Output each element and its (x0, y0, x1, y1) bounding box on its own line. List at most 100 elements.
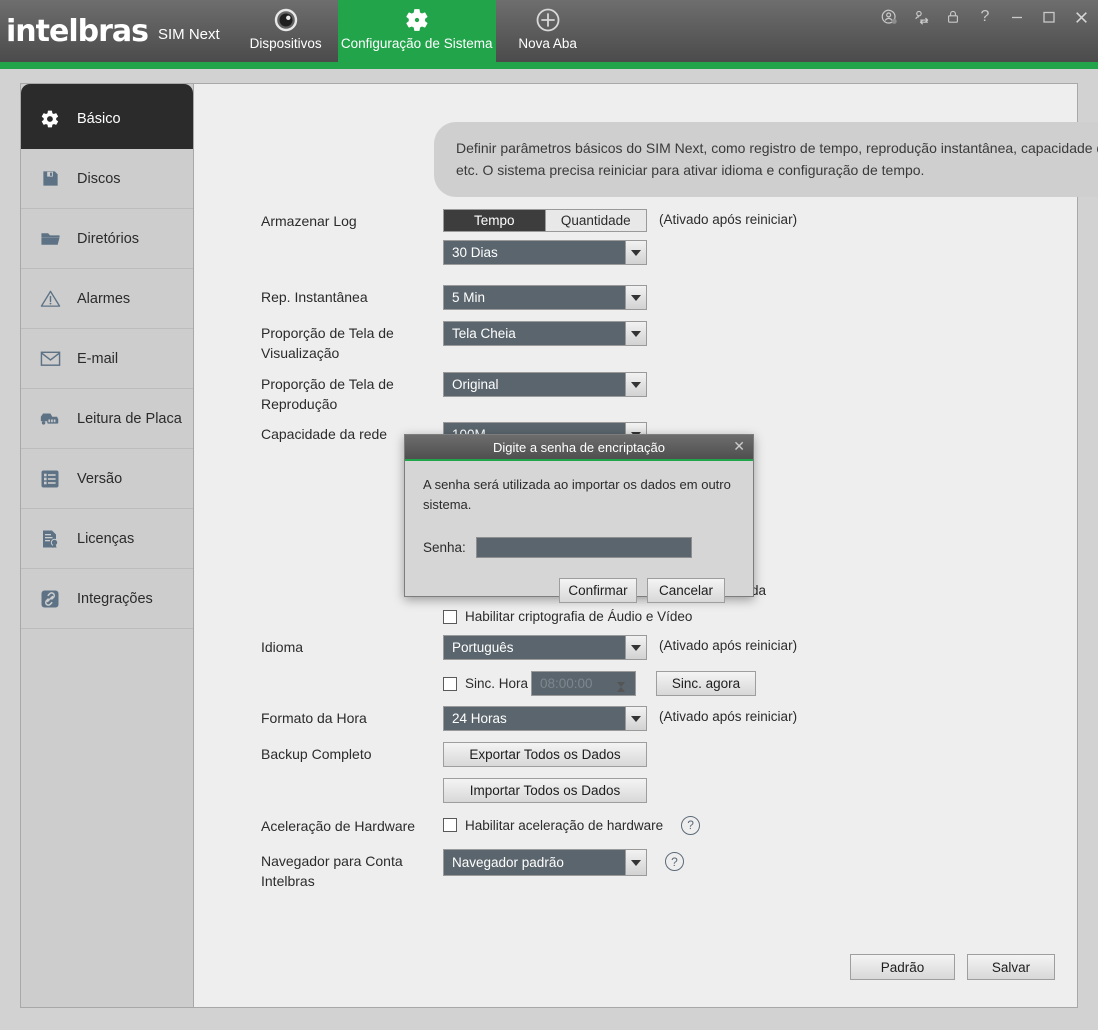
sidebar: Básico Discos Diretórios Alarmes E-mail (21, 84, 194, 1007)
switch-user-icon[interactable] (910, 6, 932, 28)
minimize-button[interactable] (1006, 6, 1028, 28)
tab-nova-aba[interactable]: Nova Aba (496, 0, 600, 62)
license-plate-icon (39, 408, 61, 430)
dropdown-formato-da-hora[interactable]: 24 Horas (443, 706, 647, 731)
dropdown-idioma[interactable]: Português (443, 635, 647, 660)
cancelar-button[interactable]: Cancelar (647, 578, 725, 604)
hint-restart: (Ativado após reiniciar) (659, 638, 798, 653)
password-input[interactable] (476, 537, 692, 559)
time-value: 08:00:00 (540, 676, 593, 691)
dropdown-proporcao-reproducao[interactable]: Original (443, 372, 647, 397)
tab-label: Configuração de Sistema (340, 36, 493, 51)
toggle-option-tempo[interactable]: Tempo (443, 209, 546, 232)
toggle-armazenar-log[interactable]: Tempo Quantidade (443, 209, 647, 232)
checkbox-box[interactable] (443, 609, 457, 624)
checkbox-criptografia-av[interactable]: Habilitar criptografia de Áudio e Vídeo (443, 609, 692, 624)
close-button[interactable] (1070, 6, 1092, 28)
tab-bar: Dispositivos Configuração de Sistema Nov… (234, 0, 600, 62)
password-field-row: Senha: (423, 537, 735, 559)
accent-bar (0, 62, 1098, 69)
password-label: Senha: (423, 540, 466, 556)
sidebar-item-leitura-de-placa[interactable]: Leitura de Placa (21, 389, 193, 449)
row-aceleracao-hardware: Aceleração de Hardware Habilitar acelera… (261, 814, 701, 837)
chevron-down-icon[interactable] (625, 850, 646, 875)
dropdown-value: 30 Dias (452, 245, 498, 260)
salvar-button[interactable]: Salvar (967, 954, 1055, 980)
chevron-down-icon[interactable] (625, 636, 646, 659)
checkbox-aceleracao-hardware[interactable]: Habilitar aceleração de hardware (443, 818, 663, 833)
list-icon (39, 468, 61, 490)
row-sinc-hora: Sinc. Hora 08:00:00 Sinc. agora (261, 671, 756, 702)
label-rep-instantanea: Rep. Instantânea (261, 289, 368, 305)
camera-icon (273, 6, 299, 34)
account-icon[interactable] (878, 6, 900, 28)
brand-logo: intelbras (6, 13, 149, 49)
dropdown-proporcao-visualizacao[interactable]: Tela Cheia (443, 321, 647, 346)
dialog-actions: Confirmar Cancelar (423, 578, 735, 604)
lock-icon[interactable] (942, 6, 964, 28)
label-proporcao-visualizacao: Proporção de Tela de Visualização (261, 325, 394, 361)
sidebar-item-diretorios[interactable]: Diretórios (21, 209, 193, 269)
sidebar-item-licencas[interactable]: Licenças (21, 509, 193, 569)
sidebar-item-discos[interactable]: Discos (21, 149, 193, 209)
checkbox-box[interactable] (443, 676, 457, 691)
sidebar-item-alarmes[interactable]: Alarmes (21, 269, 193, 329)
chevron-down-icon[interactable] (625, 707, 646, 730)
help-circle-icon[interactable]: ? (681, 815, 701, 835)
row-proporcao-reproducao: Proporção de Tela de Reprodução Original (261, 372, 647, 414)
chevron-down-icon[interactable] (625, 286, 646, 309)
chevron-down-icon[interactable] (625, 322, 646, 345)
tab-label: Nova Aba (518, 36, 577, 51)
hint-restart: (Ativado após reiniciar) (659, 709, 798, 724)
footer-actions: Padrão Salvar (850, 954, 1055, 980)
exportar-todos-os-dados-button[interactable]: Exportar Todos os Dados (443, 742, 647, 767)
sidebar-item-integracoes[interactable]: Integrações (21, 569, 193, 629)
dropdown-value: 24 Horas (452, 711, 507, 726)
sidebar-item-basico[interactable]: Básico (21, 84, 193, 149)
help-icon[interactable]: ? (974, 6, 996, 28)
row-rep-instantanea: Rep. Instantânea 5 Min (261, 285, 647, 310)
checkbox-label: Sinc. Hora (465, 676, 529, 691)
chevron-down-icon[interactable] (625, 373, 646, 396)
dialog-title: Digite a senha de encriptação (492, 439, 665, 455)
checkbox-box[interactable] (443, 818, 457, 833)
warning-triangle-icon (39, 288, 61, 310)
dropdown-rep-instantanea[interactable]: 5 Min (443, 285, 647, 310)
label-aceleracao-hardware: Aceleração de Hardware (261, 818, 416, 834)
tab-configuracao-de-sistema[interactable]: Configuração de Sistema (337, 0, 496, 62)
checkbox-sinc-hora[interactable]: Sinc. Hora (443, 676, 531, 691)
dropdown-value: Original (452, 377, 499, 392)
chevron-down-icon[interactable] (625, 241, 646, 264)
sidebar-item-versao[interactable]: Versão (21, 449, 193, 509)
help-circle-icon[interactable]: ? (665, 852, 684, 871)
dropdown-value: Navegador padrão (452, 855, 564, 870)
product-name: SIM Next (157, 25, 220, 43)
dialog-message: A senha será utilizada ao importar os da… (423, 477, 731, 513)
brand: intelbras SIM Next (0, 0, 220, 62)
time-spinner[interactable]: 08:00:00 (531, 671, 636, 702)
dropdown-value: Tela Cheia (452, 326, 516, 341)
padrao-button[interactable]: Padrão (850, 954, 955, 980)
certificate-icon (39, 528, 61, 550)
maximize-button[interactable] (1038, 6, 1060, 28)
toggle-option-quantidade[interactable]: Quantidade (545, 209, 647, 232)
spinner-down-icon[interactable] (617, 682, 635, 702)
confirmar-button[interactable]: Confirmar (559, 578, 637, 604)
row-proporcao-visualizacao: Proporção de Tela de Visualização Tela C… (261, 321, 647, 363)
tab-dispositivos[interactable]: Dispositivos (234, 0, 338, 62)
importar-todos-os-dados-button[interactable]: Importar Todos os Dados (443, 778, 647, 803)
label-navegador-conta: Navegador para Conta Intelbras (261, 853, 403, 889)
label-proporcao-reproducao: Proporção de Tela de Reprodução (261, 376, 394, 412)
gear-icon (404, 6, 430, 34)
close-icon[interactable]: ✕ (733, 438, 745, 455)
dropdown-log-retention[interactable]: 30 Dias (443, 240, 647, 265)
sinc-agora-button[interactable]: Sinc. agora (656, 671, 756, 696)
row-navegador-conta: Navegador para Conta Intelbras Navegador… (261, 849, 684, 891)
envelope-icon (39, 348, 61, 370)
sidebar-item-label: Leitura de Placa (77, 410, 182, 427)
sidebar-item-label: Alarmes (77, 290, 131, 307)
dropdown-navegador-conta[interactable]: Navegador padrão (443, 849, 647, 876)
sidebar-item-email[interactable]: E-mail (21, 329, 193, 389)
label-armazenar-log: Armazenar Log (261, 213, 357, 229)
sidebar-item-label: Versão (77, 470, 123, 487)
